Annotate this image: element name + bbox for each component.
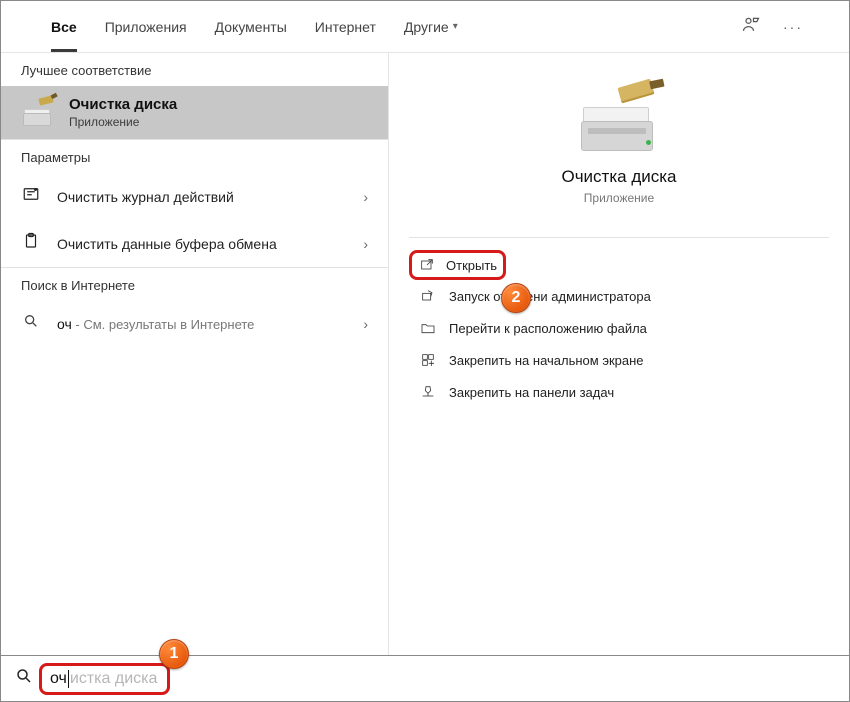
search-suggestion-ghost: истка диска	[70, 670, 157, 688]
feedback-icon[interactable]	[741, 15, 761, 38]
section-best-match: Лучшее соответствие	[1, 53, 388, 86]
open-icon	[418, 257, 436, 273]
folder-icon	[419, 320, 437, 336]
action-open[interactable]: Открыть	[409, 250, 506, 280]
search-icon	[21, 313, 41, 334]
pin-taskbar-icon	[419, 384, 437, 400]
action-run-admin[interactable]: Запуск от имени администратора	[409, 280, 829, 312]
activity-log-icon	[21, 185, 41, 208]
web-rest: - См. результаты в Интернете	[72, 317, 255, 332]
section-settings: Параметры	[1, 140, 388, 173]
search-tabs: Все Приложения Документы Интернет Другие…	[1, 1, 849, 53]
best-match-row[interactable]: Очистка диска Приложение	[1, 86, 388, 139]
search-typed-text: оч	[50, 670, 67, 688]
pin-start-icon	[419, 352, 437, 368]
settings-clear-activity[interactable]: Очистить журнал действий ›	[1, 173, 388, 220]
best-match-title: Очистка диска	[69, 96, 368, 113]
action-pin-start[interactable]: Закрепить на начальном экране	[409, 344, 829, 376]
action-pin-taskbar[interactable]: Закрепить на панели задач	[409, 376, 829, 408]
callout-badge-1: 1	[159, 639, 189, 669]
tab-apps[interactable]: Приложения	[91, 1, 201, 52]
best-match-subtitle: Приложение	[69, 115, 368, 129]
results-panel: Лучшее соответствие Очистка диска Прилож…	[1, 53, 389, 655]
web-query: оч	[57, 316, 72, 332]
preview-subtitle: Приложение	[584, 191, 654, 205]
tab-documents[interactable]: Документы	[201, 1, 301, 52]
search-icon	[15, 667, 33, 690]
more-icon[interactable]: ···	[783, 19, 803, 35]
tab-all[interactable]: Все	[37, 1, 91, 52]
tab-other[interactable]: Другие▾	[390, 1, 472, 52]
clipboard-icon	[21, 232, 41, 255]
chevron-right-icon: ›	[363, 236, 368, 252]
preview-panel: Очистка диска Приложение Открыть	[389, 53, 849, 655]
disk-cleanup-icon	[579, 89, 659, 151]
disk-cleanup-icon	[21, 100, 55, 126]
search-input[interactable]: очистка диска	[39, 663, 170, 695]
preview-title: Очистка диска	[561, 167, 676, 187]
action-open-location[interactable]: Перейти к расположению файла	[409, 312, 829, 344]
callout-badge-2: 2	[501, 283, 531, 313]
chevron-right-icon: ›	[363, 316, 368, 332]
tab-web[interactable]: Интернет	[301, 1, 390, 52]
search-bar[interactable]: очистка диска	[1, 655, 849, 701]
chevron-right-icon: ›	[363, 189, 368, 205]
web-search-row[interactable]: оч - См. результаты в Интернете ›	[1, 301, 388, 346]
admin-icon	[419, 288, 437, 304]
text-caret	[68, 670, 69, 688]
chevron-down-icon: ▾	[453, 21, 458, 32]
section-web: Поиск в Интернете	[1, 268, 388, 301]
actions-list: Открыть Запуск от имени администратора П…	[409, 250, 829, 408]
settings-clear-clipboard[interactable]: Очистить данные буфера обмена ›	[1, 220, 388, 267]
